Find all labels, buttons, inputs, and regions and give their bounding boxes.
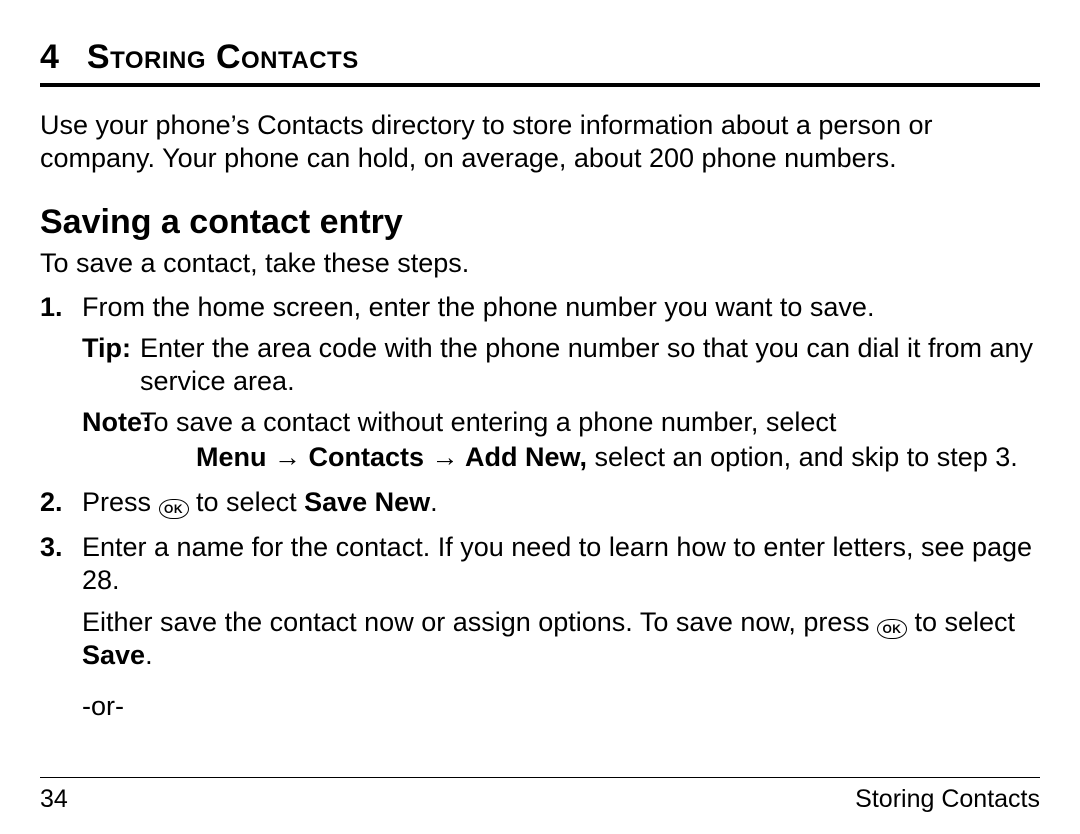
period: . (145, 640, 153, 670)
page-number: 34 (40, 785, 68, 814)
menu-path: Menu → Contacts → Add New, (196, 442, 587, 472)
note-body-b: select an option, and skip to step 3. (587, 442, 1018, 472)
note-block: Note:To save a contact without entering … (82, 406, 1040, 474)
section-title: Saving a contact entry (40, 203, 1040, 242)
tip-label: Tip: (82, 332, 140, 365)
chapter-title: Storing Contacts (87, 38, 359, 77)
page-footer: 34 Storing Contacts (40, 785, 1040, 814)
extra-a: Either save the contact now or assign op… (82, 607, 877, 637)
footer-rule (40, 777, 1040, 778)
running-header: Storing Contacts (855, 785, 1040, 814)
tip-body: Enter the area code with the phone numbe… (140, 333, 1033, 396)
ok-icon: OK (159, 499, 189, 519)
intro-paragraph: Use your phone’s Contacts directory to s… (40, 109, 1040, 175)
step-text-a: Press (82, 487, 159, 517)
ok-icon: OK (877, 619, 907, 639)
note-body-a: To save a contact without entering a pho… (140, 407, 836, 437)
step-3-extra: Either save the contact now or assign op… (82, 606, 1040, 672)
step-number: 3. (40, 531, 63, 564)
save-new-label: Save New (304, 487, 430, 517)
heading-rule (40, 83, 1040, 87)
step-3: 3. Enter a name for the contact. If you … (82, 531, 1040, 724)
step-text: Enter a name for the contact. If you nee… (82, 532, 1032, 595)
note-label: Note: (82, 406, 140, 439)
step-2: 2. Press OK to select Save New. (82, 486, 1040, 519)
save-label: Save (82, 640, 145, 670)
section-lead: To save a contact, take these steps. (40, 248, 1040, 279)
steps-list: 1. From the home screen, enter the phone… (40, 291, 1040, 723)
step-text: From the home screen, enter the phone nu… (82, 292, 874, 322)
step-text-b: to select (189, 487, 305, 517)
step-1: 1. From the home screen, enter the phone… (82, 291, 1040, 474)
extra-b: to select (907, 607, 1015, 637)
chapter-number: 4 (40, 38, 59, 77)
step-number: 1. (40, 291, 63, 324)
period: . (430, 487, 438, 517)
tip-block: Tip:Enter the area code with the phone n… (82, 332, 1040, 398)
chapter-heading: 4 Storing Contacts (40, 38, 1040, 77)
or-text: -or- (82, 690, 1040, 723)
step-number: 2. (40, 486, 63, 519)
